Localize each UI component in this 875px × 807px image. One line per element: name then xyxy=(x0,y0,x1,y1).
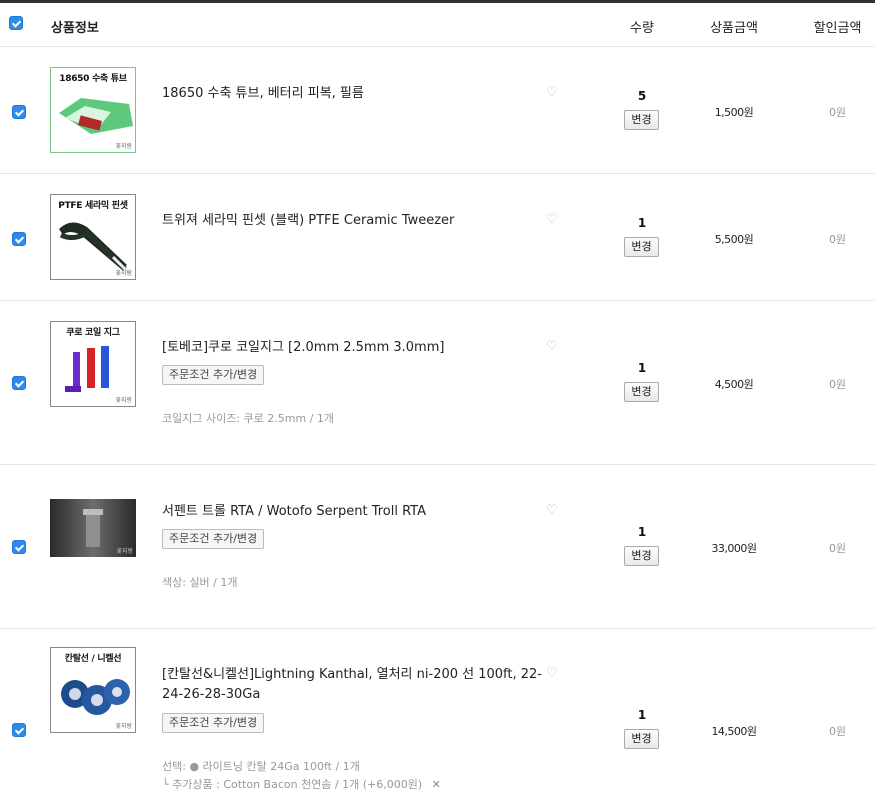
thumbnail-brand: 꽃지랑 xyxy=(115,143,132,150)
header-product-price: 상품금액 xyxy=(710,21,758,36)
product-price: 14,500원 xyxy=(711,725,757,738)
header-quantity: 수량 xyxy=(630,21,654,36)
thumbnail-brand: 꽃지랑 xyxy=(115,723,132,730)
order-option-button[interactable]: 주문조건 추가/변경 xyxy=(162,529,265,549)
change-quantity-button[interactable]: 변경 xyxy=(624,382,659,402)
wishlist-heart-icon[interactable]: ♡ xyxy=(546,212,558,227)
cart-item-row: 꽃지랑 서펜트 트롤 RTA / Wotofo Serpent Troll RT… xyxy=(0,465,875,629)
product-thumbnail[interactable]: 18650 수축 튜브 꽃지랑 xyxy=(50,67,136,153)
thumbnail-brand: 꽃지랑 xyxy=(115,270,132,277)
selected-option: 코일지그 사이즈: 쿠로 2.5mm / 1개 xyxy=(162,412,335,425)
discount-amount: 0원 xyxy=(828,725,847,738)
discount-amount: 0원 xyxy=(828,378,847,391)
select-all-checkbox[interactable] xyxy=(9,16,23,30)
selected-option: 선택: ● 라이트닝 칸탈 24Ga 100ft / 1개 xyxy=(162,760,360,773)
cart-item-row: 18650 수축 튜브 꽃지랑 18650 수축 튜브, 베터리 피복, 필름 … xyxy=(0,47,875,174)
change-quantity-button[interactable]: 변경 xyxy=(624,237,659,257)
addon-label: └ 추가상품 : Cotton Bacon 천연솜 / 1개 (+6,000원) xyxy=(162,778,423,791)
product-name[interactable]: 서펜트 트롤 RTA / Wotofo Serpent Troll RTA xyxy=(162,502,547,522)
cart-item-row: 칸탈선 / 니켈선 꽃지랑 [칸탈선&니켈선]Lightning Kanthal… xyxy=(0,629,875,807)
change-quantity-button[interactable]: 변경 xyxy=(624,546,659,566)
item-checkbox[interactable] xyxy=(12,723,26,737)
quantity-value: 1 xyxy=(637,525,647,539)
product-name[interactable]: [토베코]쿠로 코일지그 [2.0mm 2.5mm 3.0mm] xyxy=(162,338,547,358)
product-thumbnail[interactable]: 쿠로 코일 지그 꽃지랑 xyxy=(50,321,136,407)
thumbnail-label: 쿠로 코일 지그 xyxy=(66,328,120,338)
quantity-value: 5 xyxy=(637,89,647,103)
cart-header: 상품정보 수량 상품금액 할인금액 xyxy=(0,3,875,47)
order-option-button[interactable]: 주문조건 추가/변경 xyxy=(162,365,265,385)
product-name[interactable]: 18650 수축 튜브, 베터리 피복, 필름 xyxy=(162,84,547,104)
item-checkbox[interactable] xyxy=(12,376,26,390)
thumbnail-brand: 꽃지랑 xyxy=(115,397,132,404)
discount-amount: 0원 xyxy=(828,106,847,119)
selected-option: 색상: 실버 / 1개 xyxy=(162,576,238,589)
quantity-value: 1 xyxy=(637,361,647,375)
thumbnail-brand: 꽃지랑 xyxy=(116,548,133,555)
change-quantity-button[interactable]: 변경 xyxy=(624,110,659,130)
header-product-info: 상품정보 xyxy=(51,21,99,36)
cart-item-row: PTFE 세라믹 핀셋 꽃지랑 트위져 세라믹 핀셋 (블랙) PTFE Cer… xyxy=(0,174,875,301)
wishlist-heart-icon[interactable]: ♡ xyxy=(546,85,558,100)
order-option-button[interactable]: 주문조건 추가/변경 xyxy=(162,713,265,733)
quantity-value: 1 xyxy=(637,216,647,230)
thumbnail-label: PTFE 세라믹 핀셋 xyxy=(58,201,128,211)
product-thumbnail[interactable]: 칸탈선 / 니켈선 꽃지랑 xyxy=(50,647,136,733)
product-price: 33,000원 xyxy=(711,542,757,555)
product-name[interactable]: 트위져 세라믹 핀셋 (블랙) PTFE Ceramic Tweezer xyxy=(162,211,547,231)
item-checkbox[interactable] xyxy=(12,105,26,119)
item-checkbox[interactable] xyxy=(12,232,26,246)
product-price: 1,500원 xyxy=(714,106,754,119)
addon-product: └ 추가상품 : Cotton Bacon 천연솜 / 1개 (+6,000원)… xyxy=(162,776,441,792)
product-price: 5,500원 xyxy=(714,233,754,246)
thumbnail-label: 18650 수축 튜브 xyxy=(59,74,127,84)
product-thumbnail[interactable]: PTFE 세라믹 핀셋 꽃지랑 xyxy=(50,194,136,280)
discount-amount: 0원 xyxy=(828,542,847,555)
thumbnail-label: 칸탈선 / 니켈선 xyxy=(64,654,122,664)
item-checkbox[interactable] xyxy=(12,540,26,554)
product-name[interactable]: [칸탈선&니켈선]Lightning Kanthal, 열처리 ni-200 선… xyxy=(162,665,547,705)
quantity-value: 1 xyxy=(637,708,647,722)
product-price: 4,500원 xyxy=(714,378,754,391)
remove-addon-icon[interactable]: ✕ xyxy=(432,778,441,791)
wishlist-heart-icon[interactable]: ♡ xyxy=(546,339,558,354)
product-thumbnail[interactable]: 꽃지랑 xyxy=(50,499,136,557)
discount-amount: 0원 xyxy=(828,233,847,246)
header-discount: 할인금액 xyxy=(813,21,862,36)
cart-item-row: 쿠로 코일 지그 꽃지랑 [토베코]쿠로 코일지그 [2.0mm 2.5mm 3… xyxy=(0,301,875,465)
wishlist-heart-icon[interactable]: ♡ xyxy=(546,666,558,681)
change-quantity-button[interactable]: 변경 xyxy=(624,729,659,749)
wishlist-heart-icon[interactable]: ♡ xyxy=(546,503,558,518)
